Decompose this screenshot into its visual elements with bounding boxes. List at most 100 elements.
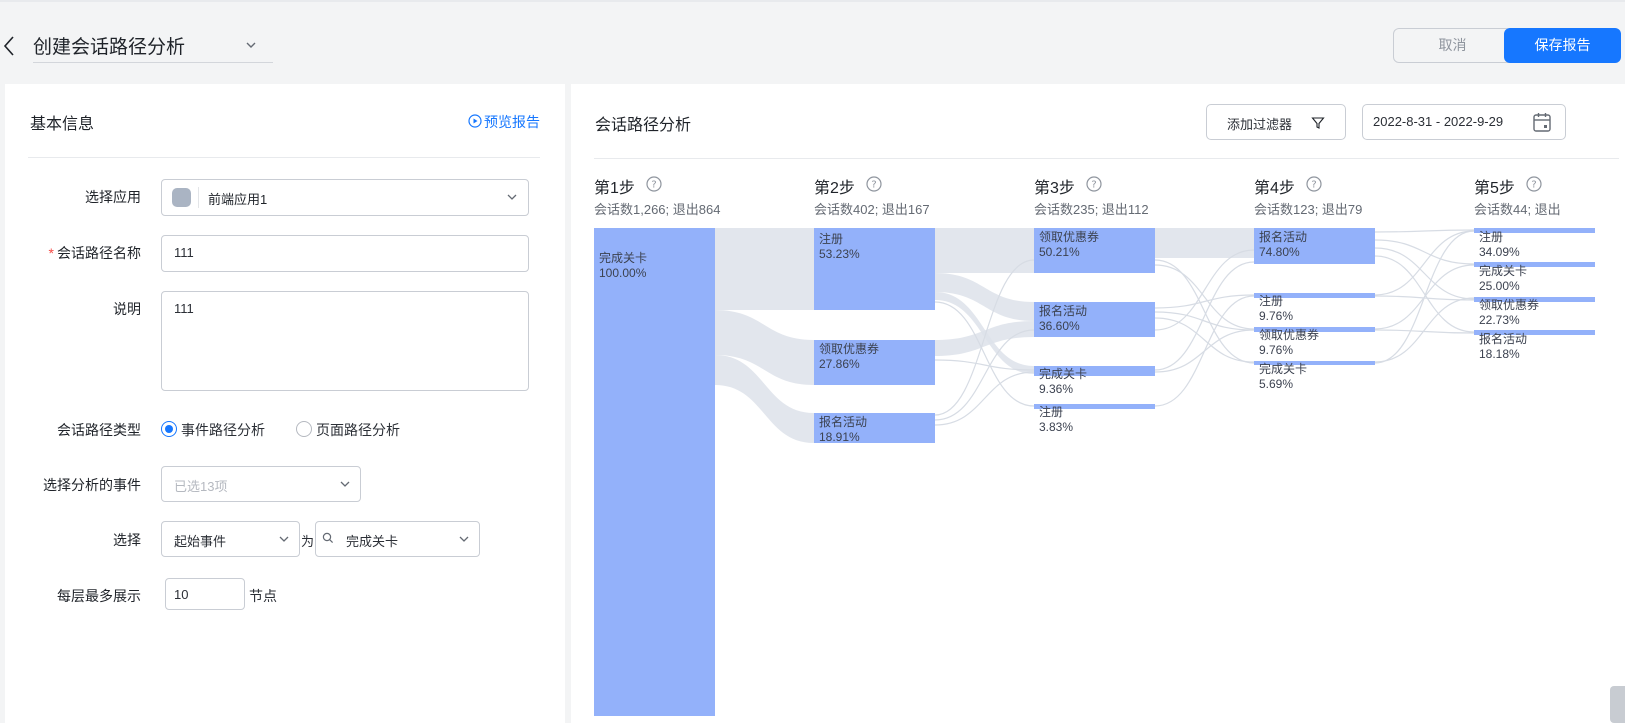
node-name: 报名活动 — [819, 415, 868, 429]
sankey-node-label: 领取优惠券 22.73% — [1479, 298, 1539, 328]
svg-text:?: ? — [1091, 180, 1096, 191]
step-1-summary: 会话数1,266; 退出864 — [594, 202, 721, 217]
save-report-button[interactable]: 保存报告 — [1504, 28, 1621, 63]
node-name: 完成关卡 — [1479, 264, 1528, 278]
step-1-title: 第1步 — [594, 180, 635, 197]
required-mark: * — [48, 245, 54, 261]
help-icon[interactable]: ? — [866, 176, 882, 192]
name-label: * 会话路径名称 — [31, 243, 141, 263]
flow-link — [715, 228, 814, 310]
radio-event-path[interactable] — [161, 421, 177, 437]
flow-link — [1154, 249, 1255, 331]
help-icon[interactable]: ? — [1306, 176, 1322, 192]
step-3-summary: 会话数235; 退出112 — [1034, 202, 1149, 217]
app-logo-icon — [172, 188, 191, 207]
sankey-node-label: 报名活动 18.18% — [1479, 332, 1527, 362]
sankey-node-label: 完成关卡 100.00% — [599, 251, 647, 281]
svg-text:?: ? — [871, 180, 876, 191]
max-nodes-value: 10 — [174, 587, 189, 602]
flow-link — [935, 228, 1034, 273]
max-nodes-unit: 节点 — [249, 588, 277, 604]
radio-event-path-label[interactable]: 事件路径分析 — [181, 420, 265, 440]
basic-info-title: 基本信息 — [30, 116, 95, 133]
node-name: 完成关卡 — [1039, 367, 1088, 381]
node-percentage: 50.21% — [1039, 245, 1080, 259]
step-2-summary: 会话数402; 退出167 — [814, 202, 930, 217]
node-percentage: 18.91% — [819, 430, 860, 444]
step-4-summary: 会话数123; 退出79 — [1254, 202, 1363, 217]
node-name: 领取优惠券 — [819, 342, 880, 356]
sankey-node-label: 报名活动 36.60% — [1039, 304, 1087, 334]
name-label-text: 会话路径名称 — [57, 245, 141, 261]
chevron-down-icon[interactable] — [244, 38, 258, 52]
section-divider — [28, 157, 540, 158]
flow-link — [1374, 247, 1475, 300]
back-arrow-icon[interactable] — [2, 34, 18, 58]
radio-page-path-label[interactable]: 页面路径分析 — [316, 420, 400, 440]
node-percentage: 36.60% — [1039, 319, 1080, 333]
sankey-node-label: 领取优惠券 27.86% — [819, 342, 879, 372]
panel-divider — [594, 158, 1619, 159]
sankey-node-label: 注册 34.09% — [1479, 230, 1520, 260]
add-filter-label: 添加过滤器 — [1227, 117, 1293, 132]
name-value: 111 — [174, 245, 194, 260]
date-range-value: 2022-8-31 - 2022-9-29 — [1373, 114, 1504, 129]
node-name: 注册 — [1259, 294, 1284, 308]
svg-text:?: ? — [1531, 180, 1536, 191]
flow-link — [1154, 261, 1255, 371]
sankey-node-label: 报名活动 18.91% — [819, 415, 867, 445]
select-divider — [198, 187, 199, 208]
radio-dot — [165, 425, 173, 433]
page-title[interactable]: 创建会话路径分析 — [33, 32, 185, 59]
chevron-down-icon — [279, 536, 289, 542]
sankey-node-label: 报名活动 74.80% — [1259, 230, 1307, 260]
floating-tool-tab[interactable] — [1610, 686, 1625, 723]
step-5-title: 第5步 — [1474, 180, 1515, 197]
sankey-node-label: 注册 53.23% — [819, 232, 860, 262]
sankey-node-label: 领取优惠券 9.76% — [1259, 328, 1319, 358]
description-textarea[interactable] — [161, 291, 529, 391]
sankey-node-label: 领取优惠券 50.21% — [1039, 230, 1099, 260]
node-percentage: 25.00% — [1479, 279, 1520, 293]
node-percentage: 74.80% — [1259, 245, 1300, 259]
sankey-node-label: 注册 3.83% — [1039, 405, 1073, 435]
radio-page-path[interactable] — [296, 421, 312, 437]
node-percentage: 100.00% — [599, 266, 647, 280]
svg-text:?: ? — [1311, 180, 1316, 191]
node-name: 领取优惠券 — [1039, 230, 1100, 244]
event-value: 完成关卡 — [346, 534, 399, 549]
start-event-value: 起始事件 — [174, 534, 227, 549]
as-label: 为 — [301, 534, 315, 549]
chevron-down-icon — [507, 194, 517, 200]
app-label: 选择应用 — [85, 189, 141, 205]
chevron-down-icon — [459, 536, 469, 542]
sankey-node-label: 完成关卡 5.69% — [1259, 362, 1307, 392]
description-value: 111 — [174, 301, 194, 316]
help-icon[interactable]: ? — [1526, 176, 1542, 192]
node-name: 注册 — [1039, 405, 1064, 419]
cancel-button[interactable]: 取消 — [1393, 28, 1512, 63]
node-name: 报名活动 — [1259, 230, 1308, 244]
svg-text:?: ? — [651, 180, 656, 191]
node-percentage: 53.23% — [819, 247, 860, 261]
node-name: 完成关卡 — [1259, 362, 1308, 376]
help-icon[interactable]: ? — [1086, 176, 1102, 192]
sankey-node-label: 完成关卡 9.36% — [1039, 367, 1087, 397]
chevron-down-icon — [340, 481, 350, 487]
step-3-title: 第3步 — [1034, 180, 1075, 197]
help-icon[interactable]: ? — [646, 176, 662, 192]
calendar-icon — [1533, 113, 1551, 132]
node-name: 完成关卡 — [599, 251, 648, 265]
sankey-node[interactable] — [594, 228, 715, 716]
node-percentage: 5.69% — [1259, 377, 1294, 391]
node-name: 注册 — [1479, 230, 1504, 244]
node-percentage: 18.18% — [1479, 347, 1520, 361]
sankey-node-label: 完成关卡 25.00% — [1479, 264, 1527, 294]
preview-icon[interactable] — [468, 114, 482, 128]
preview-report-link[interactable]: 预览报告 — [484, 112, 540, 132]
search-icon — [322, 532, 334, 544]
node-percentage: 3.83% — [1039, 420, 1074, 434]
flow-link — [1155, 228, 1254, 258]
name-input[interactable] — [161, 235, 529, 272]
path-analysis-title: 会话路径分析 — [595, 117, 692, 134]
